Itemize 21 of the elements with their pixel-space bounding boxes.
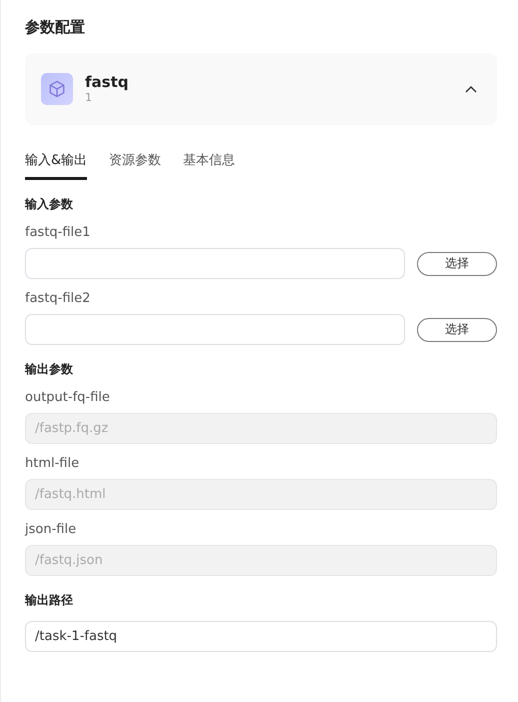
tab[interactable]: 资源参数 — [109, 151, 162, 180]
section-heading: 输入参数 — [25, 196, 74, 213]
panel-title: 参数配置 — [25, 18, 86, 37]
section-heading: 输出路径 — [25, 592, 74, 609]
input-field[interactable] — [25, 248, 405, 279]
node-subtitle: 1 — [85, 91, 93, 105]
collapse-caret-icon[interactable] — [465, 85, 477, 93]
cube-icon — [41, 73, 73, 105]
field-label: fastq-file1 — [25, 225, 92, 240]
tab[interactable]: 基本信息 — [183, 151, 236, 180]
select-button[interactable]: 选择 — [417, 318, 497, 342]
tab[interactable]: 输入&输出 — [25, 151, 88, 180]
select-button[interactable]: 选择 — [417, 252, 497, 276]
field-label: fastq-file2 — [25, 291, 92, 306]
section-heading: 输出参数 — [25, 361, 74, 378]
field-label: html-file — [25, 456, 80, 471]
field-label: json-file — [25, 522, 78, 537]
input-field[interactable] — [25, 314, 405, 345]
node-name: fastq — [85, 73, 130, 91]
input-field[interactable]: /task-1-fastq — [25, 621, 497, 652]
field-label: output-fq-file — [25, 390, 111, 405]
